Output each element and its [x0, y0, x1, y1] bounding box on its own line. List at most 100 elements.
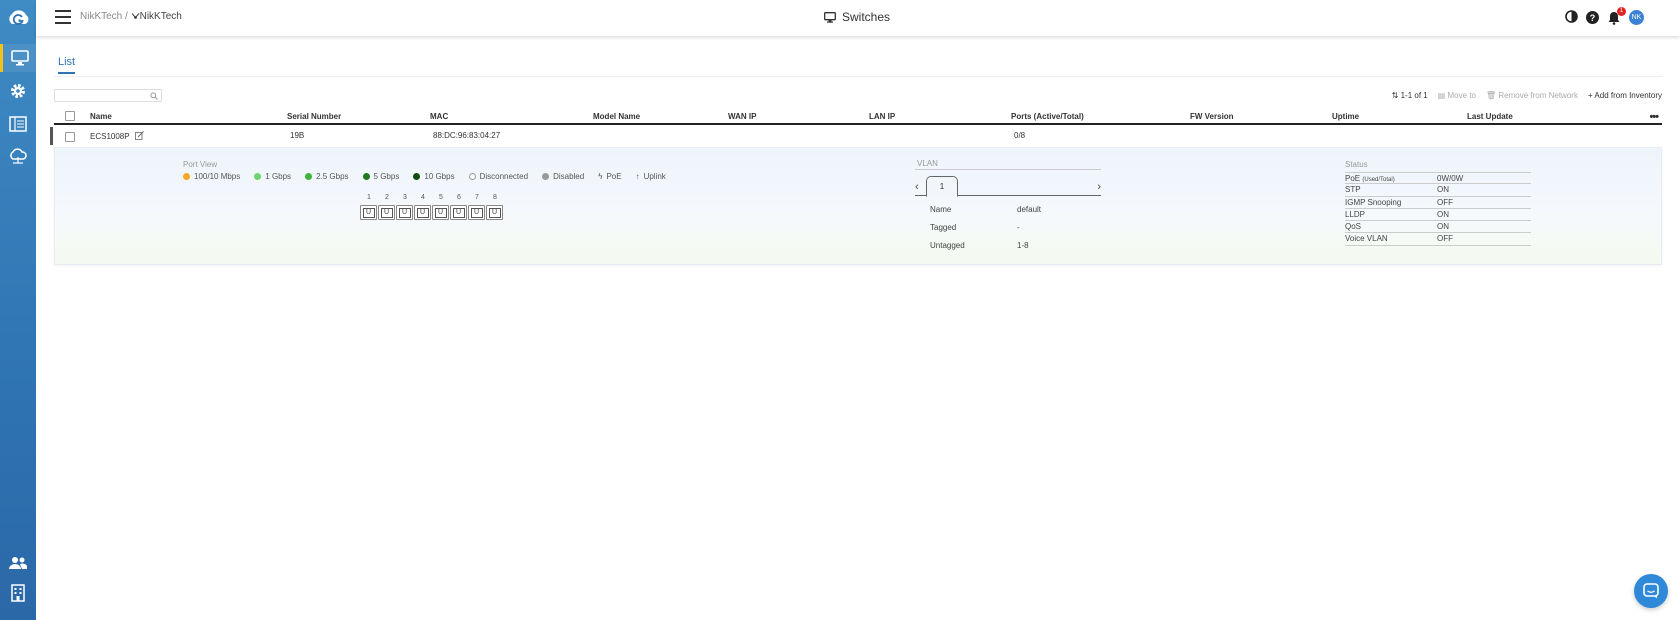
status-value: OFF [1437, 234, 1453, 244]
port-3[interactable]: U [396, 205, 413, 220]
breadcrumb-org[interactable]: NikKTech [80, 11, 122, 22]
port-number: 7 [475, 194, 479, 201]
legend-poe: ϟ PoE [598, 172, 622, 181]
legend-disabled: Disabled [542, 172, 584, 181]
col-last-update[interactable]: Last Update [1467, 112, 1513, 121]
port-1[interactable]: U [360, 205, 377, 220]
monitor-icon [824, 11, 836, 23]
monitor-icon [10, 50, 29, 66]
row-serial: 19B [290, 131, 305, 140]
legend-dot [542, 173, 550, 180]
move-to-button[interactable]: ▤ Move to [1438, 91, 1476, 100]
breadcrumb: NikKTech / NikKTech [80, 11, 182, 22]
port-strip: U U U U U U U U [360, 205, 504, 220]
legend-5-gbps: 5 Gbps [362, 172, 399, 181]
col-serial-number[interactable]: Serial Number [287, 112, 341, 121]
legend-1-gbps: 1 Gbps [254, 172, 291, 181]
port-view-title: Port View [183, 160, 218, 169]
col-ports[interactable]: Ports (Active/Total) [1011, 112, 1084, 121]
legend-dot [254, 173, 262, 180]
search-input[interactable] [54, 89, 162, 102]
chevron-left-icon[interactable]: ‹ [915, 181, 919, 193]
nav-organization[interactable] [0, 579, 36, 607]
notification-badge: 1 [1617, 6, 1626, 16]
hamburger-menu-icon[interactable] [55, 10, 71, 24]
status-key: QoS [1345, 222, 1362, 232]
port-2[interactable]: U [378, 205, 395, 220]
device-name-link[interactable]: ECS1008P [90, 132, 129, 141]
device-detail-panel: Port View 100/10 Mbps 1 Gbps 2.5 Gbps 5 … [54, 147, 1662, 265]
status-value: ON [1437, 185, 1449, 195]
users-icon [9, 557, 27, 569]
user-avatar[interactable]: NK [1629, 10, 1644, 25]
status-row-qos: QoS ON [1345, 221, 1531, 234]
status-value: 0W/0W [1437, 174, 1464, 183]
chat-icon [1643, 583, 1659, 599]
vlan-tagged-value: - [1017, 223, 1020, 232]
nav-monitor[interactable] [0, 44, 36, 72]
port-8[interactable]: U [486, 205, 503, 220]
lightning-icon: ϟ [598, 172, 603, 181]
port-number: 3 [403, 194, 407, 201]
port-number: 2 [385, 194, 389, 201]
status-row-igmp: IGMP Snooping OFF [1345, 197, 1531, 209]
port-4[interactable]: U [414, 205, 431, 220]
col-model-name[interactable]: Model Name [593, 112, 640, 121]
chevron-right-icon[interactable]: › [1097, 181, 1101, 193]
status-row-stp: STP ON [1345, 184, 1531, 197]
building-icon [11, 584, 25, 602]
col-wan-ip[interactable]: WAN IP [728, 112, 756, 121]
row-name: ECS1008P [90, 131, 144, 141]
port-number: 1 [367, 194, 371, 201]
status-table: PoE (Used/Total) 0W/0W STP ON IGMP Snoop… [1345, 172, 1531, 246]
nav-cloud[interactable] [0, 142, 36, 170]
row-ports: 0/8 [1014, 131, 1026, 140]
port-5[interactable]: U [432, 205, 449, 220]
nav-reports[interactable] [0, 110, 36, 138]
legend-100-10-mbps: 100/10 Mbps [183, 172, 240, 181]
breadcrumb-site[interactable]: NikKTech [140, 11, 182, 22]
col-fw-version[interactable]: FW Version [1190, 112, 1234, 121]
col-mac[interactable]: MAC [430, 112, 448, 121]
vlan-title: VLAN [917, 159, 938, 168]
edit-icon[interactable] [134, 131, 144, 140]
pagination-info[interactable]: ⇅ 1-1 of 1 [1392, 91, 1428, 100]
tab-list[interactable]: List [58, 56, 76, 74]
help-icon[interactable]: ? [1586, 11, 1599, 24]
status-key: Voice VLAN [1345, 234, 1388, 244]
port-7[interactable]: U [468, 205, 485, 220]
theme-toggle-icon[interactable] [1565, 10, 1578, 25]
vlan-name-value: default [1017, 205, 1042, 214]
status-key: IGMP Snooping [1345, 197, 1402, 207]
nav-users[interactable] [0, 549, 36, 577]
notification-bell-icon[interactable]: 1 [1607, 6, 1626, 25]
search-icon [150, 92, 158, 100]
status-row-lldp: LLDP ON [1345, 209, 1531, 222]
port-number: 4 [421, 194, 425, 201]
select-all-checkbox[interactable] [65, 111, 75, 121]
vlan-tagged-label: Tagged [930, 223, 957, 232]
report-icon [9, 116, 27, 132]
vlan-tabs: ‹ 1 › [915, 176, 1101, 197]
app-logo-icon[interactable] [5, 5, 31, 31]
tab-divider [54, 76, 1662, 77]
status-row-voice-vlan: Voice VLAN OFF [1345, 233, 1531, 246]
nav-settings[interactable] [0, 77, 36, 105]
legend-10-gbps: 10 Gbps [413, 172, 455, 181]
add-from-inventory-button[interactable]: + Add from Inventory [1588, 91, 1662, 100]
vlan-tab-1[interactable]: 1 [926, 176, 958, 197]
chat-support-button[interactable] [1634, 574, 1668, 608]
col-lan-ip[interactable]: LAN IP [869, 112, 895, 121]
table-row[interactable]: ECS1008P 19B 88:DC:96:83:04:27 0/8 [50, 127, 1662, 145]
col-name[interactable]: Name [90, 112, 112, 121]
row-checkbox[interactable] [65, 132, 75, 142]
col-uptime[interactable]: Uptime [1332, 112, 1359, 121]
vlan-untagged-value: 1-8 [1017, 241, 1029, 250]
sidebar [0, 0, 36, 620]
remove-from-network-button[interactable]: 🗑 Remove from Network [1486, 91, 1578, 100]
page-title: Switches [824, 10, 890, 24]
status-title: Status [1345, 160, 1368, 169]
more-options-icon[interactable]: ••• [1649, 111, 1659, 123]
legend-dot [468, 173, 476, 180]
port-6[interactable]: U [450, 205, 467, 220]
